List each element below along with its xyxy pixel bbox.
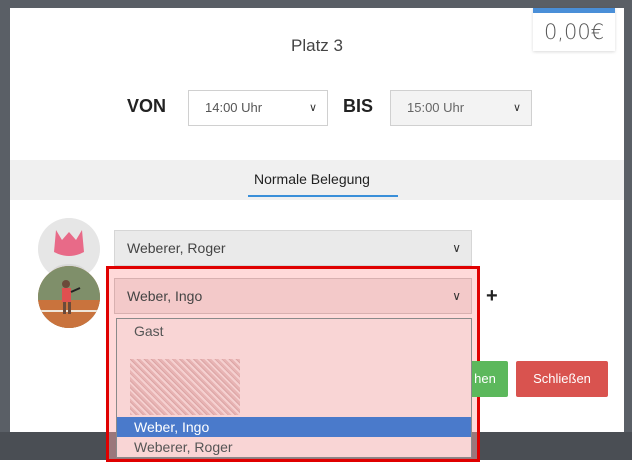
from-time-select[interactable]: 14:00 Uhr ∨ bbox=[188, 90, 328, 126]
chevron-down-icon: ∨ bbox=[452, 241, 461, 255]
backdrop-left bbox=[0, 0, 10, 460]
dropdown-option-blurred[interactable] bbox=[130, 359, 240, 415]
backdrop-right bbox=[624, 0, 632, 460]
backdrop-top bbox=[0, 0, 632, 8]
chevron-down-icon: ∨ bbox=[452, 289, 461, 303]
dropdown-option-weberer-roger[interactable]: Weberer, Roger bbox=[117, 437, 471, 457]
player-select-1-value: Weberer, Roger bbox=[127, 240, 226, 256]
to-label: BIS bbox=[343, 96, 374, 116]
player-photo-icon bbox=[38, 266, 100, 328]
plus-icon[interactable]: + bbox=[486, 285, 498, 308]
court-title: Platz 3 bbox=[291, 36, 343, 55]
player-select-2-value: Weber, Ingo bbox=[127, 288, 203, 304]
player-select-2[interactable]: Weber, Ingo ∨ bbox=[114, 278, 472, 314]
avatar bbox=[38, 266, 100, 328]
booking-type-tabs: Normale Belegung bbox=[10, 160, 624, 200]
dropdown-option-weber-ingo[interactable]: Weber, Ingo bbox=[117, 417, 471, 437]
chevron-down-icon: ∨ bbox=[512, 101, 521, 114]
booking-modal: 0,00€ Platz 3 VON 14:00 Uhr ∨ BIS 15:00 … bbox=[10, 8, 624, 462]
active-tab-indicator bbox=[248, 195, 398, 197]
player-dropdown-list: Gast Weber, Ingo Weberer, Roger bbox=[116, 318, 472, 458]
to-time-select[interactable]: 15:00 Uhr ∨ bbox=[390, 90, 532, 126]
from-time-value: 14:00 Uhr bbox=[205, 100, 263, 115]
tab-normale-belegung[interactable]: Normale Belegung bbox=[254, 171, 370, 187]
to-time-value: 15:00 Uhr bbox=[407, 100, 465, 115]
close-button[interactable]: Schließen bbox=[516, 361, 608, 397]
from-label: VON bbox=[127, 96, 167, 116]
player-select-1[interactable]: Weberer, Roger ∨ bbox=[114, 230, 472, 266]
close-button-label: Schließen bbox=[533, 371, 591, 386]
chevron-down-icon: ∨ bbox=[308, 101, 317, 114]
save-button-label: hen bbox=[474, 371, 496, 386]
dropdown-option-gast[interactable]: Gast bbox=[117, 321, 471, 341]
